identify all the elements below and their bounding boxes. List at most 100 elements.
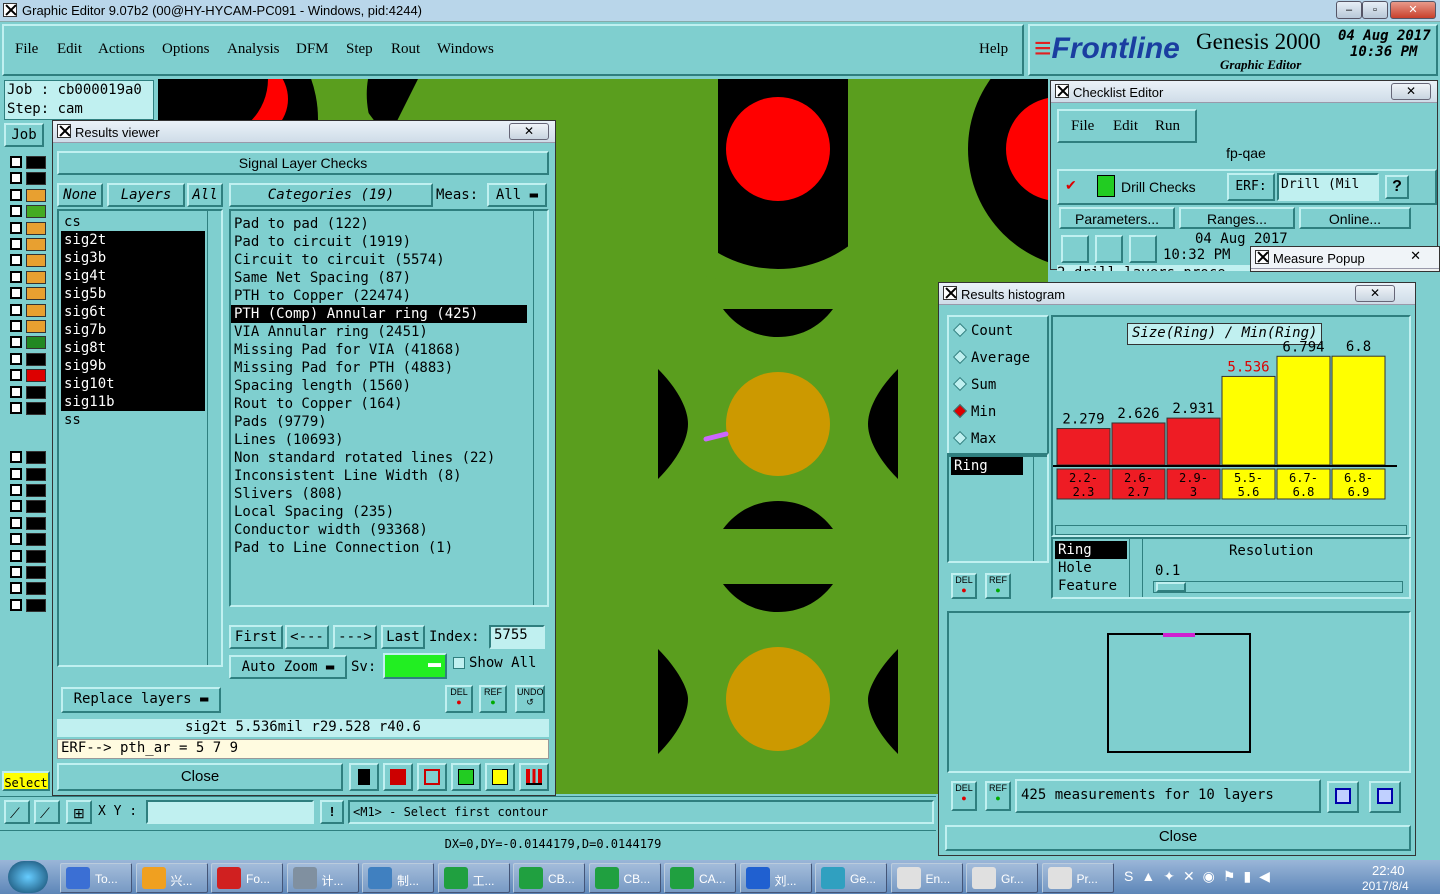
layer-item[interactable]: sig4t — [61, 267, 205, 285]
layer-checkbox[interactable] — [10, 205, 22, 218]
layer-checkbox[interactable] — [10, 582, 22, 595]
layer-checkbox[interactable] — [10, 451, 22, 464]
volume-icon[interactable]: ◀ — [1259, 868, 1270, 884]
field-option[interactable]: Ring — [1055, 541, 1127, 559]
layer-checkbox[interactable] — [10, 516, 22, 529]
field-ring[interactable]: Ring — [951, 457, 1023, 475]
tool-snap-icon[interactable]: ⟋ — [34, 800, 60, 824]
layer-checkbox[interactable] — [10, 467, 22, 480]
taskbar-item[interactable]: Fo... — [211, 863, 283, 893]
category-list-scrollbar[interactable] — [533, 211, 547, 605]
category-item[interactable]: Pad to circuit (1919) — [231, 233, 527, 251]
zoom-all-icon-button[interactable] — [1369, 781, 1401, 813]
histogram-bar[interactable] — [1276, 355, 1331, 466]
histogram-bar[interactable] — [1331, 355, 1386, 466]
layer-item[interactable]: ss — [61, 411, 205, 429]
replace-layers-dropdown[interactable]: Replace layers ▬ — [61, 687, 221, 713]
layer-checkbox[interactable] — [10, 172, 22, 185]
category-item[interactable]: PTH to Copper (22474) — [231, 287, 527, 305]
layer-item[interactable]: sig5b — [61, 285, 205, 303]
field-option[interactable]: Hole — [1055, 559, 1127, 577]
sv-color-dropdown[interactable]: ▬ — [383, 653, 447, 679]
layer-checkbox[interactable] — [10, 336, 22, 349]
category-item[interactable]: Local Spacing (235) — [231, 503, 527, 521]
taskbar-item[interactable]: CB... — [513, 863, 585, 893]
check-mark-icon[interactable]: ✔ — [1065, 177, 1077, 194]
taskbar-item[interactable]: CB... — [588, 863, 661, 893]
layers-button[interactable]: Layers — [107, 183, 185, 207]
checklist-menu-edit[interactable]: Edit — [1113, 118, 1138, 135]
online-button[interactable]: Online... — [1299, 207, 1411, 229]
hist-ref-button-top[interactable]: REF ● — [985, 573, 1011, 599]
layer-checkbox[interactable] — [10, 287, 22, 300]
erf-value[interactable]: Drill (Mil — [1277, 173, 1379, 201]
all-button[interactable]: All — [187, 183, 223, 207]
tool-grid-icon[interactable]: ⊞ — [66, 800, 92, 824]
category-item[interactable]: Slivers (808) — [231, 485, 527, 503]
category-item[interactable]: Circuit to circuit (5574) — [231, 251, 527, 269]
category-item[interactable]: Same Net Spacing (87) — [231, 269, 527, 287]
category-item[interactable]: VIA Annular ring (2451) — [231, 323, 527, 341]
del-button[interactable]: DEL ● — [445, 685, 473, 713]
resolution-slider[interactable] — [1153, 581, 1403, 593]
layer-checkbox[interactable] — [10, 238, 22, 250]
layer-item[interactable]: cs — [61, 213, 205, 231]
close-button[interactable]: Close — [57, 763, 343, 791]
menu-options[interactable]: Options — [162, 41, 210, 58]
layer-checkbox[interactable] — [10, 500, 22, 513]
results-viewer-close-x[interactable]: ✕ — [509, 123, 549, 140]
layer-item[interactable]: sig7b — [61, 321, 205, 339]
run-icon-3[interactable] — [1129, 235, 1157, 263]
mode-count[interactable]: Count — [952, 322, 1013, 339]
category-item[interactable]: PTH (Comp) Annular ring (425) — [231, 305, 527, 323]
tool-measure-icon[interactable]: ⟋ — [4, 800, 30, 824]
zoom-to-icon-button[interactable] — [1327, 781, 1359, 813]
taskbar-item[interactable]: CA... — [664, 863, 736, 893]
field-panel-scrollbar[interactable] — [1129, 539, 1143, 597]
hist-del-button[interactable]: DEL ● — [951, 781, 977, 811]
layer-checkbox[interactable] — [10, 320, 22, 332]
layer-item[interactable]: sig11b — [61, 393, 205, 411]
category-item[interactable]: Rout to Copper (164) — [231, 395, 527, 413]
layer-checkbox[interactable] — [10, 549, 22, 562]
menu-rout[interactable]: Rout — [391, 41, 420, 58]
auto-zoom-dropdown[interactable]: Auto Zoom ▬ — [229, 655, 347, 679]
next-button[interactable]: ---> — [333, 625, 377, 649]
tray-icon[interactable]: ✕ — [1183, 868, 1195, 884]
layer-item[interactable]: sig9b — [61, 357, 205, 375]
menu-actions[interactable]: Actions — [98, 41, 145, 58]
checklist-menu-run[interactable]: Run — [1155, 118, 1180, 135]
histogram-bar[interactable] — [1221, 375, 1276, 466]
close-window-button[interactable]: ✕ — [1390, 1, 1436, 19]
taskbar-item[interactable]: En... — [890, 863, 963, 893]
run-icon-1[interactable] — [1061, 235, 1089, 263]
category-item[interactable]: Missing Pad for VIA (41868) — [231, 341, 527, 359]
category-item[interactable]: Pad to Line Connection (1) — [231, 539, 527, 557]
menu-step[interactable]: Step — [346, 41, 373, 58]
mode-sum[interactable]: Sum — [952, 376, 996, 393]
measure-popup-close-x[interactable]: ✕ — [1410, 248, 1421, 264]
category-item[interactable]: Lines (10693) — [231, 431, 527, 449]
category-item[interactable]: Inconsistent Line Width (8) — [231, 467, 527, 485]
histogram-bar[interactable] — [1166, 417, 1221, 466]
taskbar-item[interactable]: 计... — [286, 863, 359, 893]
layer-checkbox[interactable] — [10, 254, 22, 267]
taskbar-item[interactable]: 制... — [362, 863, 434, 893]
layer-checkbox[interactable] — [10, 352, 22, 365]
resolution-slider-handle[interactable] — [1156, 582, 1186, 592]
figure-icon-button[interactable] — [349, 763, 379, 791]
start-button[interactable] — [8, 861, 48, 893]
menu-dfm[interactable]: DFM — [296, 41, 329, 58]
layer-item[interactable]: sig8t — [61, 339, 205, 357]
report-icon-button[interactable] — [485, 763, 515, 791]
layer-checkbox[interactable] — [10, 533, 22, 546]
layer-checkbox[interactable] — [10, 385, 22, 398]
layer-checkbox[interactable] — [10, 402, 22, 414]
run-icon-2[interactable] — [1095, 235, 1123, 263]
checklist-help-button[interactable]: ? — [1385, 175, 1409, 199]
meas-dropdown[interactable]: All ▬ — [487, 183, 547, 207]
tray-icon[interactable]: ⚑ — [1223, 868, 1236, 884]
select-button[interactable]: Select — [2, 771, 50, 791]
histogram-close-button[interactable]: Close — [945, 825, 1411, 851]
mode-max[interactable]: Max — [952, 430, 996, 447]
